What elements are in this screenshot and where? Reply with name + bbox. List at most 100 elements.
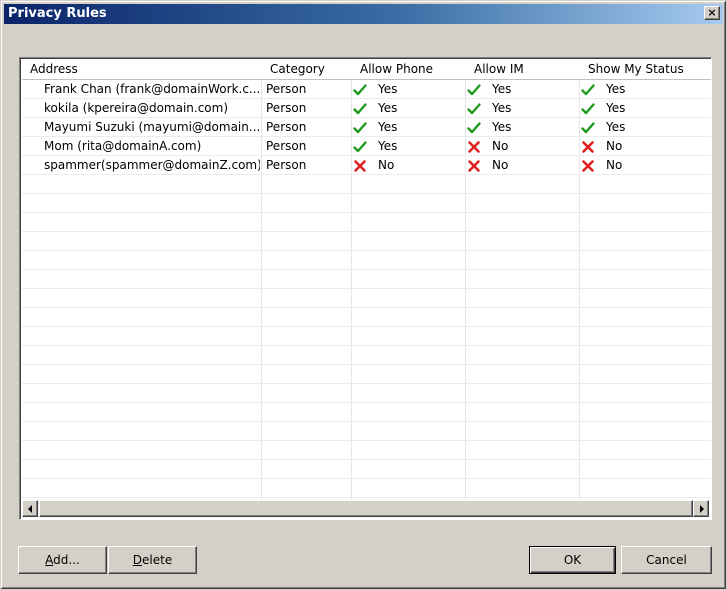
table-row: [22, 422, 711, 441]
table-row: [22, 175, 711, 194]
cell-status: No: [580, 137, 708, 156]
cell-phone: Yes: [352, 80, 464, 99]
table-row: [22, 270, 711, 289]
add-button-label: dd...: [53, 553, 80, 567]
cell-status: Yes: [580, 99, 708, 118]
cross-icon: [580, 139, 596, 155]
table-row: [22, 441, 711, 460]
check-icon: [352, 82, 368, 98]
cell-value: No: [492, 139, 509, 153]
scroll-right-button[interactable]: [693, 500, 709, 517]
table-row[interactable]: kokila (kpereira@domain.com) Person Yes Yes…: [22, 99, 711, 118]
window-title: Privacy Rules: [8, 6, 107, 21]
ok-button[interactable]: OK: [529, 546, 616, 574]
cancel-button[interactable]: Cancel: [621, 546, 712, 574]
check-icon: [580, 82, 596, 98]
list-header: Address Category Allow Phone Allow IM Sh…: [22, 60, 711, 80]
delete-button-mnemonic: D: [132, 553, 143, 567]
cell-category: Person: [266, 82, 307, 96]
cell-phone: Yes: [352, 99, 464, 118]
cell-value: Yes: [606, 120, 626, 134]
cross-icon: [580, 158, 596, 174]
table-row[interactable]: Mom (rita@domainA.com) Person Yes No No: [22, 137, 711, 156]
cell-value: No: [606, 158, 623, 172]
cell-value: No: [492, 158, 509, 172]
check-icon: [466, 101, 482, 117]
cell-value: Yes: [492, 120, 512, 134]
cell-status: Yes: [580, 80, 708, 99]
cell-value: Yes: [378, 120, 398, 134]
check-icon: [352, 120, 368, 136]
table-row: [22, 289, 711, 308]
cell-address: kokila (kpereira@domain.com): [44, 101, 229, 115]
delete-button-label: elete: [142, 553, 173, 567]
cell-address: Mom (rita@domainA.com): [44, 139, 202, 153]
cross-icon: [352, 158, 368, 174]
cell-status: No: [580, 156, 708, 175]
cell-category: Person: [266, 158, 307, 172]
table-row[interactable]: spammer(spammer@domainZ.com) Person No No No: [22, 156, 711, 175]
table-row: [22, 327, 711, 346]
table-row[interactable]: Mayumi Suzuki (mayumi@domain... Person Yes…: [22, 118, 711, 137]
cell-value: No: [606, 139, 623, 153]
delete-button[interactable]: Delete: [108, 546, 197, 574]
privacy-rules-dialog: Privacy Rules × Address Category Allow P…: [0, 0, 727, 590]
cell-value: Yes: [606, 82, 626, 96]
table-row: [22, 194, 711, 213]
cell-value: Yes: [492, 101, 512, 115]
horizontal-scrollbar[interactable]: [22, 500, 709, 517]
check-icon: [580, 101, 596, 117]
check-icon: [352, 101, 368, 117]
column-header-category[interactable]: Category: [266, 60, 356, 79]
cell-value: Yes: [378, 82, 398, 96]
title-bar: Privacy Rules ×: [4, 4, 723, 24]
scroll-left-button[interactable]: [22, 500, 38, 517]
close-button[interactable]: ×: [704, 6, 720, 20]
table-row[interactable]: Frank Chan (frank@domainWork.c... Person Y…: [22, 80, 711, 99]
cell-category: Person: [266, 139, 307, 153]
cell-im: Yes: [466, 99, 578, 118]
cell-value: Yes: [378, 101, 398, 115]
column-header-show-my-status[interactable]: Show My Status: [584, 60, 711, 79]
cell-category: Person: [266, 120, 307, 134]
cell-phone: No: [352, 156, 464, 175]
cross-icon: [466, 139, 482, 155]
cell-category: Person: [266, 101, 307, 115]
cell-address: Frank Chan (frank@domainWork.c...: [44, 82, 260, 96]
scrollbar-thumb[interactable]: [39, 500, 693, 517]
cell-address: spammer(spammer@domainZ.com): [44, 158, 260, 172]
cell-phone: Yes: [352, 137, 464, 156]
table-row: [22, 479, 711, 498]
arrow-left-icon: [28, 505, 32, 513]
cell-im: Yes: [466, 80, 578, 99]
close-icon: ×: [707, 6, 717, 19]
cell-value: Yes: [606, 101, 626, 115]
check-icon: [580, 120, 596, 136]
list-rows: Frank Chan (frank@domainWork.c... Person Y…: [22, 80, 711, 498]
table-row: [22, 403, 711, 422]
column-header-allow-phone[interactable]: Allow Phone: [356, 60, 470, 79]
table-row: [22, 308, 711, 327]
column-header-address[interactable]: Address: [26, 60, 266, 79]
check-icon: [352, 139, 368, 155]
cell-value: Yes: [378, 139, 398, 153]
table-row: [22, 365, 711, 384]
table-row: [22, 232, 711, 251]
cross-icon: [466, 158, 482, 174]
add-button-mnemonic: A: [45, 553, 54, 567]
arrow-right-icon: [700, 505, 704, 513]
column-header-allow-im[interactable]: Allow IM: [470, 60, 584, 79]
cell-value: Yes: [492, 82, 512, 96]
cell-address: Mayumi Suzuki (mayumi@domain...: [44, 120, 260, 134]
table-row: [22, 384, 711, 403]
check-icon: [466, 82, 482, 98]
cell-im: Yes: [466, 118, 578, 137]
table-row: [22, 460, 711, 479]
cell-value: No: [378, 158, 395, 172]
cell-im: No: [466, 156, 578, 175]
add-button[interactable]: Add...: [18, 546, 107, 574]
cell-phone: Yes: [352, 118, 464, 137]
table-row: [22, 251, 711, 270]
privacy-rules-list[interactable]: Address Category Allow Phone Allow IM Sh…: [19, 57, 712, 520]
cell-status: Yes: [580, 118, 708, 137]
